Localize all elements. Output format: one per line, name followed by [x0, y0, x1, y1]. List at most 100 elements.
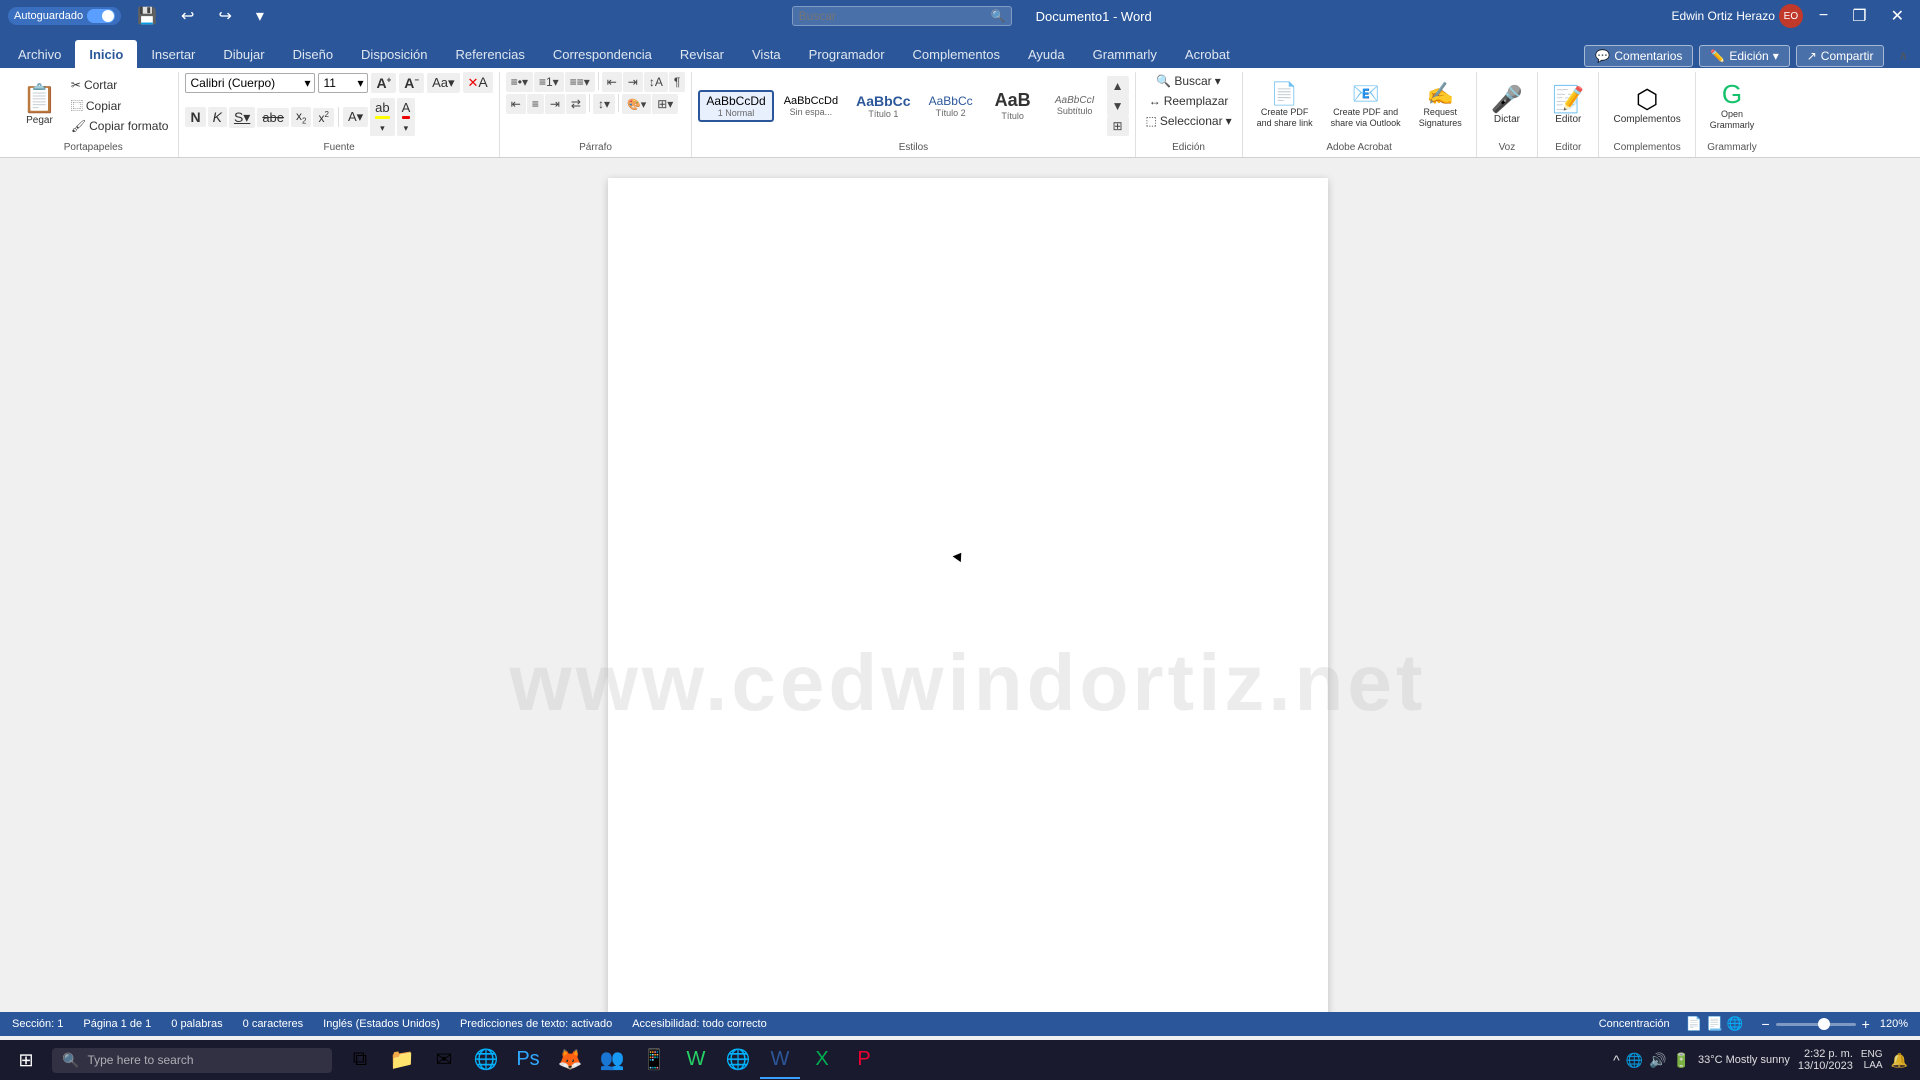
taskbar-app-explorer[interactable]: 📁	[382, 1041, 422, 1079]
open-grammarly-button[interactable]: G Open Grammarly	[1702, 77, 1763, 135]
italic-button[interactable]: K	[208, 107, 227, 127]
editing-button[interactable]: ✏️ Edición ▾	[1699, 45, 1789, 67]
close-button[interactable]: ✕	[1883, 2, 1912, 30]
line-spacing-button[interactable]: ↕▾	[593, 94, 615, 114]
tab-programador[interactable]: Programador	[795, 40, 899, 68]
numbering-button[interactable]: ≡1▾	[534, 72, 564, 92]
font-size-decrease-button[interactable]: A−	[399, 73, 424, 93]
language-indicator[interactable]: ENG LAA	[1861, 1049, 1883, 1071]
align-center-button[interactable]: ≡	[527, 94, 544, 114]
tab-ayuda[interactable]: Ayuda	[1014, 40, 1079, 68]
battery-icon[interactable]: 🔋	[1673, 1052, 1690, 1069]
borders-button[interactable]: ⊞▾	[652, 94, 678, 114]
zoom-slider[interactable]	[1776, 1023, 1856, 1026]
style-title[interactable]: AaB Título	[983, 86, 1043, 125]
format-painter-button[interactable]: 🖌 Copiar formato	[67, 117, 173, 135]
tab-referencias[interactable]: Referencias	[442, 40, 539, 68]
tab-dibujar[interactable]: Dibujar	[209, 40, 278, 68]
cut-button[interactable]: ✂ Cortar	[67, 76, 173, 94]
taskbar-search[interactable]: 🔍 Type here to search	[52, 1048, 332, 1073]
style-heading2[interactable]: AaBbCc Título 2	[921, 90, 981, 122]
undo-button[interactable]: ↩	[173, 2, 202, 30]
font-color-button[interactable]: A ▾	[397, 98, 416, 136]
tab-inicio[interactable]: Inicio	[75, 40, 137, 68]
font-name-selector[interactable]: Calibri (Cuerpo) ▾	[185, 73, 315, 93]
change-case-button[interactable]: Aa▾	[427, 73, 459, 93]
justify-button[interactable]: ⇄	[566, 94, 586, 114]
increase-indent-button[interactable]: ⇥	[623, 72, 643, 92]
ribbon-collapse-button[interactable]: ∧	[1890, 44, 1916, 68]
document-page[interactable]: www.cedwindortiz.net	[608, 178, 1328, 1012]
taskbar-app-app1[interactable]: X	[802, 1041, 842, 1079]
share-button[interactable]: ↗ Compartir	[1796, 45, 1885, 67]
styles-scroll-down[interactable]: ▼	[1107, 96, 1129, 116]
tab-revisar[interactable]: Revisar	[666, 40, 738, 68]
editor-button[interactable]: 📝 Editor	[1544, 82, 1592, 130]
style-normal[interactable]: AaBbCcDd 1 Normal	[698, 90, 773, 122]
align-right-button[interactable]: ⇥	[545, 94, 565, 114]
superscript-button[interactable]: x2	[313, 108, 333, 127]
style-heading1[interactable]: AaBbCc Título 1	[848, 89, 918, 123]
font-size-selector[interactable]: 11 ▾	[318, 73, 368, 93]
create-pdf-outlook-button[interactable]: 📧 Create PDF and share via Outlook	[1323, 79, 1409, 133]
speaker-icon[interactable]: 🔊	[1649, 1052, 1666, 1069]
accessibility-info[interactable]: Accesibilidad: todo correcto	[632, 1018, 767, 1030]
autosave-switch[interactable]	[87, 9, 115, 23]
multilevel-list-button[interactable]: ≡≡▾	[565, 72, 595, 92]
page-wrap[interactable]: www.cedwindortiz.net	[16, 158, 1920, 1012]
font-size-increase-button[interactable]: A+	[371, 73, 396, 93]
network-icon[interactable]: 🌐	[1626, 1052, 1643, 1069]
shading-button[interactable]: 🎨▾	[622, 94, 651, 114]
show-marks-button[interactable]: ¶	[669, 72, 685, 92]
tab-vista[interactable]: Vista	[738, 40, 795, 68]
save-button[interactable]: 💾	[129, 2, 165, 30]
tab-correspondencia[interactable]: Correspondencia	[539, 40, 666, 68]
taskbar-app-task-view[interactable]: ⧉	[340, 1041, 380, 1079]
decrease-indent-button[interactable]: ⇤	[602, 72, 622, 92]
restore-button[interactable]: ❐	[1844, 2, 1874, 30]
tab-complementos[interactable]: Complementos	[899, 40, 1014, 68]
taskbar-app-word[interactable]: W	[760, 1041, 800, 1079]
zoom-in-button[interactable]: +	[1860, 1016, 1872, 1032]
focus-button[interactable]: Concentración	[1599, 1018, 1670, 1030]
bold-button[interactable]: N	[185, 107, 205, 127]
comments-button[interactable]: 💬 Comentarios	[1584, 45, 1693, 67]
subscript-button[interactable]: x2	[291, 107, 311, 127]
taskbar-app-chrome[interactable]: 🌐	[718, 1041, 758, 1079]
replace-button[interactable]: ↔ Reemplazar	[1145, 92, 1233, 110]
underline-button[interactable]: S▾	[229, 107, 255, 128]
paste-button[interactable]: 📋 Pegar	[14, 81, 65, 131]
request-signatures-button[interactable]: ✍ Request Signatures	[1411, 79, 1470, 133]
sort-button[interactable]: ↕A	[644, 72, 668, 92]
strikethrough-button[interactable]: abe	[257, 108, 289, 127]
select-button[interactable]: ⬚ Seleccionar ▾	[1142, 112, 1236, 130]
text-effects-button[interactable]: A▾	[343, 107, 368, 127]
tab-archivo[interactable]: Archivo	[4, 40, 75, 68]
clear-formatting-button[interactable]: ✕A	[463, 72, 493, 93]
align-left-button[interactable]: ⇤	[506, 94, 526, 114]
create-pdf-button[interactable]: 📄 Create PDF and share link	[1249, 79, 1321, 133]
copy-button[interactable]: ⿴ Copiar	[67, 95, 173, 116]
clock-date[interactable]: 2:32 p. m. 13/10/2023	[1798, 1048, 1853, 1072]
tab-acrobat[interactable]: Acrobat	[1171, 40, 1244, 68]
find-button[interactable]: 🔍 Buscar ▾	[1152, 72, 1224, 90]
view-print-layout-button[interactable]: 📃	[1706, 1016, 1723, 1032]
tab-diseno[interactable]: Diseño	[279, 40, 347, 68]
redo-button[interactable]: ↪	[210, 2, 239, 30]
styles-more-button[interactable]: ⊞	[1107, 116, 1129, 136]
taskbar-app-photoshop[interactable]: Ps	[508, 1041, 548, 1079]
tab-grammarly[interactable]: Grammarly	[1079, 40, 1171, 68]
style-no-spacing[interactable]: AaBbCcDd Sin espa...	[776, 91, 846, 121]
view-normal-button[interactable]: 📄	[1686, 1016, 1703, 1032]
customize-qat-button[interactable]: ▾	[248, 2, 272, 30]
chevron-icon[interactable]: ^	[1613, 1052, 1620, 1068]
notification-icon[interactable]: 🔔	[1891, 1052, 1908, 1069]
addins-button[interactable]: ⬡ Complementos	[1605, 82, 1688, 130]
taskbar-app-teams[interactable]: 👥	[592, 1041, 632, 1079]
styles-scroll-up[interactable]: ▲	[1107, 76, 1129, 96]
tab-disposicion[interactable]: Disposición	[347, 40, 441, 68]
taskbar-app-phone[interactable]: 📱	[634, 1041, 674, 1079]
autosave-toggle[interactable]: Autoguardado	[8, 7, 121, 25]
taskbar-app-app2[interactable]: P	[844, 1041, 884, 1079]
tab-insertar[interactable]: Insertar	[137, 40, 209, 68]
